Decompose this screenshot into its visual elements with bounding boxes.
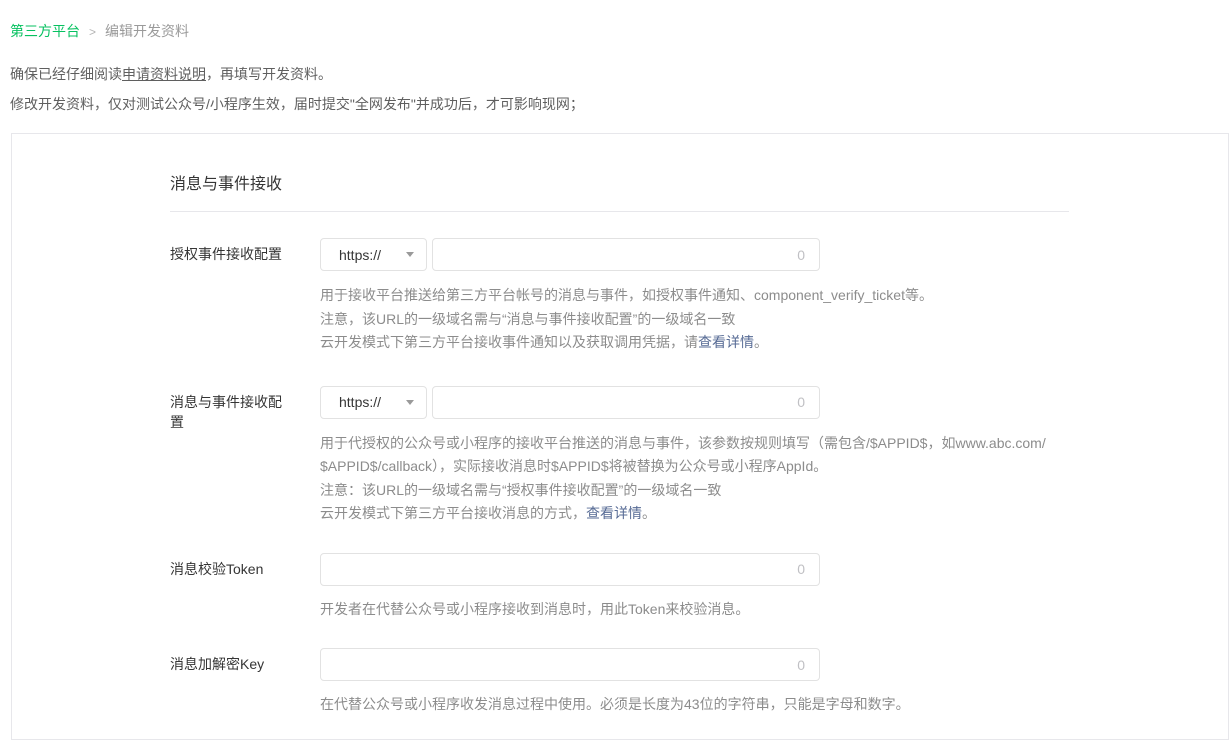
char-counter: 0: [797, 247, 805, 263]
section-divider: [170, 211, 1069, 212]
field-row-message-event-receive-config: 消息与事件接收配置 https:// 0 用于代授权的公众号或小程序的接收平台推…: [170, 386, 1228, 526]
field-label-message-check-token: 消息校验Token: [170, 553, 320, 622]
intro-line-1: 确保已经仔细阅读申请资料说明，再填写开发资料。: [10, 59, 1232, 89]
breadcrumb-third-party-platform[interactable]: 第三方平台: [10, 23, 80, 39]
help-line: 用于接收平台推送给第三方平台帐号的消息与事件，如授权事件通知、component…: [320, 284, 1228, 308]
intro-line1-prefix: 确保已经仔细阅读: [10, 66, 122, 82]
breadcrumb: 第三方平台 > 编辑开发资料: [0, 0, 1232, 39]
breadcrumb-current-page: 编辑开发资料: [105, 23, 189, 39]
help-line-suffix: 。: [754, 334, 768, 350]
field-label-message-event-receive-config: 消息与事件接收配置: [170, 386, 320, 526]
input-box: 0: [432, 386, 820, 419]
help-text: 用于接收平台推送给第三方平台帐号的消息与事件，如授权事件通知、component…: [320, 284, 1228, 355]
help-line: 注意，该URL的一级域名需与“消息与事件接收配置”的一级域名一致: [320, 308, 1228, 332]
message-event-url-input[interactable]: [447, 387, 789, 418]
input-box: 0: [432, 238, 820, 271]
breadcrumb-separator-icon: >: [89, 25, 96, 39]
char-counter: 0: [797, 657, 805, 673]
field-row-message-encrypt-key: 消息加解密Key 0 在代替公众号或小程序收发消息过程中使用。必须是长度为43位…: [170, 648, 1228, 717]
intro-line1-suffix: ，再填写开发资料。: [206, 66, 332, 82]
help-text: 用于代授权的公众号或小程序的接收平台推送的消息与事件，该参数按规则填写（需包含/…: [320, 432, 1228, 526]
field-main: https:// 0 用于接收平台推送给第三方平台帐号的消息与事件，如授权事件通…: [320, 238, 1228, 355]
section-title-message-event-receive: 消息与事件接收: [170, 174, 1228, 196]
auth-event-url-input[interactable]: [447, 239, 789, 270]
field-main: 0 在代替公众号或小程序收发消息过程中使用。必须是长度为43位的字符串，只能是字…: [320, 648, 1228, 717]
field-controls: 0: [320, 648, 1228, 681]
char-counter: 0: [797, 561, 805, 577]
intro-notice: 确保已经仔细阅读申请资料说明，再填写开发资料。 修改开发资料，仅对测试公众号/小…: [10, 59, 1232, 119]
help-line: $APPID$/callback），实际接收消息时$APPID$将被替换为公众号…: [320, 455, 1228, 479]
intro-line-2: 修改开发资料，仅对测试公众号/小程序生效，届时提交"全网发布"并成功后，才可影响…: [10, 89, 1232, 119]
help-line: 云开发模式下第三方平台接收事件通知以及获取调用凭据，请查看详情。: [320, 331, 1228, 355]
help-line: 开发者在代替公众号或小程序接收到消息时，用此Token来校验消息。: [320, 598, 1228, 622]
help-line: 云开发模式下第三方平台接收消息的方式，查看详情。: [320, 502, 1228, 526]
input-box: 0: [320, 648, 820, 681]
edit-dev-info-panel: 消息与事件接收 授权事件接收配置 https:// 0 用于接收平台推送给第三方: [11, 133, 1229, 740]
field-label-auth-event-receive-config: 授权事件接收配置: [170, 238, 320, 355]
protocol-selected-value: https://: [339, 247, 381, 263]
protocol-select-message-event[interactable]: https://: [320, 386, 427, 419]
help-text: 在代替公众号或小程序收发消息过程中使用。必须是长度为43位的字符串，只能是字母和…: [320, 693, 1228, 717]
message-event-form: 消息与事件接收 授权事件接收配置 https:// 0 用于接收平台推送给第三方: [12, 134, 1228, 717]
message-encrypt-key-input[interactable]: [335, 649, 789, 680]
field-row-message-check-token: 消息校验Token 0 开发者在代替公众号或小程序接收到消息时，用此Token来…: [170, 553, 1228, 622]
help-line: 注意：该URL的一级域名需与“授权事件接收配置”的一级域名一致: [320, 479, 1228, 503]
message-check-token-input[interactable]: [335, 554, 789, 585]
field-label-message-encrypt-key: 消息加解密Key: [170, 648, 320, 717]
help-line-prefix: 云开发模式下第三方平台接收消息的方式，: [320, 505, 586, 521]
field-controls: https:// 0: [320, 238, 1228, 271]
field-controls: https:// 0: [320, 386, 1228, 419]
chevron-down-icon: [406, 400, 414, 405]
help-line: 在代替公众号或小程序收发消息过程中使用。必须是长度为43位的字符串，只能是字母和…: [320, 693, 1228, 717]
field-row-auth-event-receive-config: 授权事件接收配置 https:// 0 用于接收平台推送给第三方平台帐号的消息与…: [170, 238, 1228, 355]
help-line: 用于代授权的公众号或小程序的接收平台推送的消息与事件，该参数按规则填写（需包含/…: [320, 432, 1228, 456]
field-main: https:// 0 用于代授权的公众号或小程序的接收平台推送的消息与事件，该参…: [320, 386, 1228, 526]
char-counter: 0: [797, 394, 805, 410]
input-box: 0: [320, 553, 820, 586]
help-line-prefix: 云开发模式下第三方平台接收事件通知以及获取调用凭据，请: [320, 334, 698, 350]
field-main: 0 开发者在代替公众号或小程序接收到消息时，用此Token来校验消息。: [320, 553, 1228, 622]
protocol-selected-value: https://: [339, 394, 381, 410]
view-details-link[interactable]: 查看详情: [698, 334, 754, 350]
chevron-down-icon: [406, 252, 414, 257]
help-line-suffix: 。: [642, 505, 656, 521]
protocol-select-auth-event[interactable]: https://: [320, 238, 427, 271]
help-text: 开发者在代替公众号或小程序接收到消息时，用此Token来校验消息。: [320, 598, 1228, 622]
view-details-link[interactable]: 查看详情: [586, 505, 642, 521]
application-materials-doc-link[interactable]: 申请资料说明: [122, 66, 206, 82]
field-controls: 0: [320, 553, 1228, 586]
